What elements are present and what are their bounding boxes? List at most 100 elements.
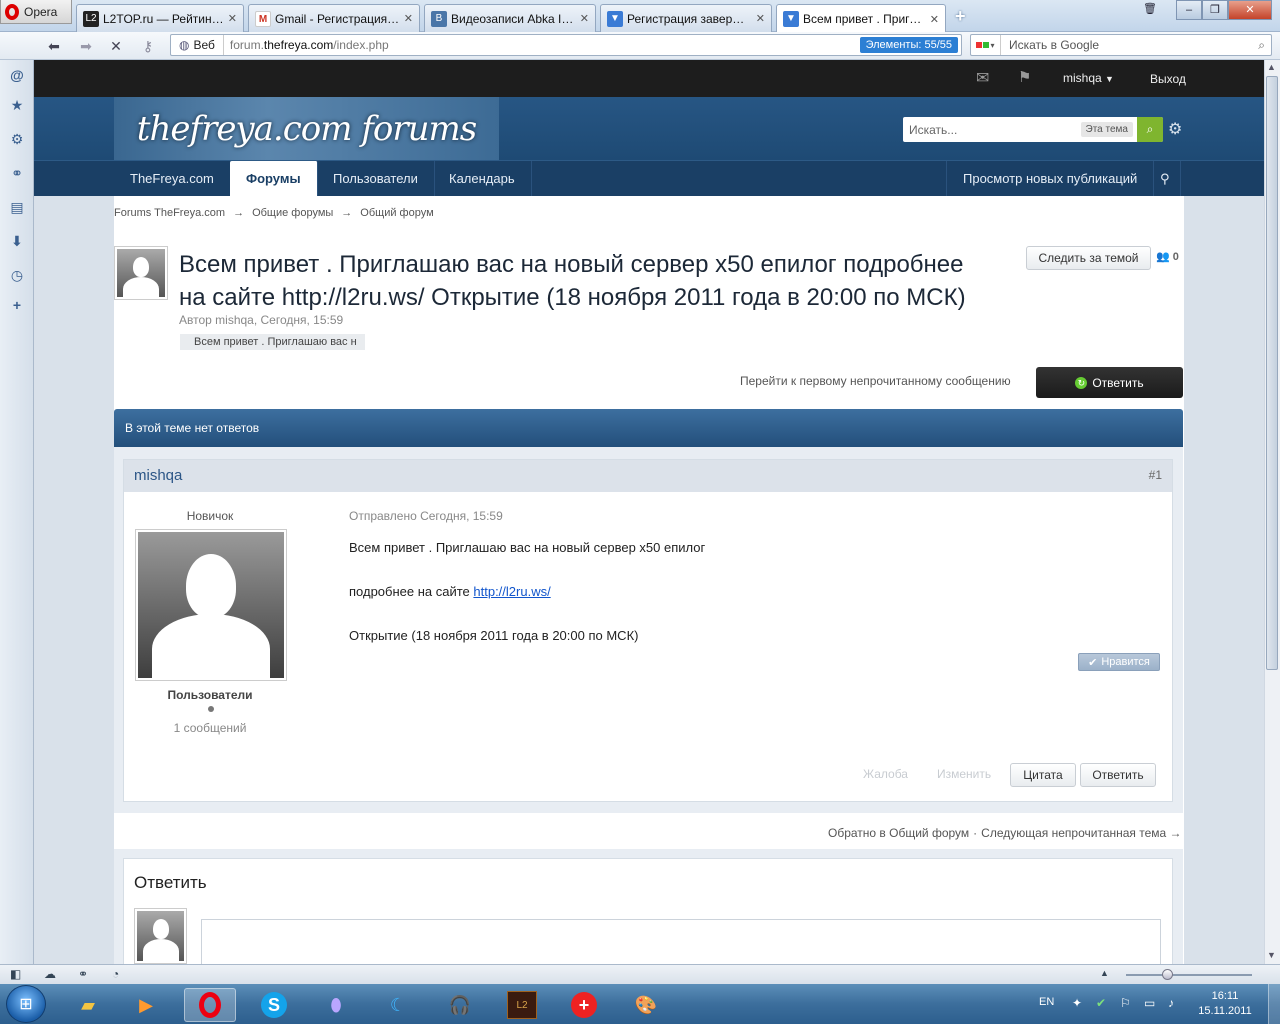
gear-icon[interactable]: ⚙ [8, 130, 26, 148]
gear-icon[interactable]: ⚙ [1168, 119, 1182, 139]
tray-volume-icon[interactable]: ♪ [1168, 996, 1174, 1010]
panel-toggle-icon[interactable]: ◧ [10, 967, 21, 981]
post-reply-button[interactable]: Ответить [1080, 763, 1156, 787]
elements-badge[interactable]: Элементы: 55/55 [859, 37, 958, 53]
topic-tag[interactable]: Всем привет . Приглашаю вас н [180, 334, 365, 350]
minimize-button[interactable]: – [1176, 0, 1202, 20]
close-icon[interactable]: ✕ [580, 12, 589, 25]
zoom-menu-icon[interactable]: ▲ [1100, 968, 1109, 978]
history-clock-icon[interactable]: ◷ [8, 266, 26, 284]
browser-tab-l2top[interactable]: L2 L2TOP.ru — Рейтинг С... ✕ [76, 4, 244, 32]
language-indicator[interactable]: EN [1039, 996, 1054, 1008]
close-icon[interactable]: ✕ [930, 13, 939, 26]
like-button[interactable]: ✔ Нравится [1078, 653, 1160, 671]
opera-menu-button[interactable]: Opera [0, 0, 72, 24]
followers[interactable]: 👥 0 [1156, 250, 1179, 264]
explorer-folder-icon[interactable]: ▰ [62, 988, 114, 1022]
close-icon[interactable]: ✕ [228, 12, 237, 25]
post-number[interactable]: #1 [1149, 468, 1162, 482]
quote-button[interactable]: Цитата [1010, 763, 1076, 787]
browser-tab-vk[interactable]: B Видеозаписи Abka Im...... ✕ [424, 4, 596, 32]
key-icon[interactable]: ⚷ [138, 36, 158, 56]
follow-topic-button[interactable]: Следить за темой [1026, 246, 1151, 270]
next-unread-topic-link[interactable]: Следующая непрочитанная тема → [981, 826, 1181, 840]
google-search-field[interactable]: ▾ Искать в Google ⌕ [970, 34, 1272, 56]
game-icon[interactable]: ⬮ [310, 988, 362, 1022]
post-link[interactable]: http://l2ru.ws/ [473, 584, 550, 599]
scroll-up-icon[interactable]: ▲ [1267, 62, 1276, 72]
location-pin-icon[interactable]: ⚲ [1150, 161, 1181, 196]
search-icon[interactable]: ⌕ [1137, 117, 1163, 142]
cloud-icon[interactable]: ☁ [44, 967, 56, 981]
restore-button[interactable]: ❐ [1202, 0, 1228, 20]
breadcrumb-general-forums[interactable]: Общие форумы [252, 207, 333, 219]
reply-editor[interactable] [201, 919, 1161, 964]
breadcrumb-general-forum[interactable]: Общий форум [360, 207, 433, 219]
post-author-link[interactable]: mishqa [134, 467, 182, 484]
breadcrumb-home[interactable]: Forums TheFreya.com [114, 207, 225, 219]
turbo-icon[interactable]: ◔ [112, 967, 119, 981]
notes-icon[interactable]: ▤ [8, 198, 26, 216]
windows-start-button[interactable]: ⊞ [6, 985, 46, 1023]
messages-envelope-icon[interactable]: ✉ [976, 68, 989, 88]
media-player-icon[interactable]: ▶ [120, 988, 172, 1022]
headset-icon[interactable]: 🎧 [434, 988, 486, 1022]
url-text[interactable]: forum.thefreya.com/index.php [224, 38, 961, 52]
user-menu[interactable]: mishqa ▼ [1063, 71, 1114, 85]
close-window-button[interactable]: ✕ [1228, 0, 1272, 20]
paint-icon[interactable]: 🎨 [620, 988, 672, 1022]
forum-logo[interactable]: thefreya.com forums [114, 97, 499, 160]
google-icon[interactable]: ▾ [971, 35, 1001, 55]
first-unread-link[interactable]: Перейти к первому непрочитанному сообщен… [740, 374, 1011, 388]
web-badge[interactable]: ◍ Веб [171, 35, 224, 55]
zoom-slider-handle[interactable] [1162, 969, 1173, 980]
tab-members[interactable]: Пользователи [317, 161, 435, 196]
tray-network-icon[interactable]: ✦ [1072, 996, 1082, 1010]
close-icon[interactable]: ✕ [404, 12, 413, 25]
report-link[interactable]: Жалоба [863, 767, 908, 781]
tab-thefreya[interactable]: TheFreya.com [114, 161, 231, 196]
trash-icon[interactable]: 🗑 [1140, 0, 1160, 20]
notifications-icon[interactable]: ⚑ [1018, 68, 1031, 86]
author-avatar[interactable] [114, 246, 168, 300]
scrollbar-thumb[interactable] [1266, 76, 1278, 670]
zoom-slider[interactable] [1126, 974, 1252, 976]
scroll-down-icon[interactable]: ▼ [1267, 950, 1276, 960]
address-bar[interactable]: ◍ Веб forum.thefreya.com/index.php Элеме… [170, 34, 962, 56]
forward-arrow-icon[interactable]: ➡ [76, 36, 96, 56]
unite-icon[interactable]: ⚭ [8, 164, 26, 182]
stop-icon[interactable]: ✕ [106, 36, 126, 56]
mail-icon[interactable]: @ [8, 66, 26, 84]
search-scope-badge[interactable]: Эта тема [1080, 122, 1133, 137]
logout-link[interactable]: Выход [1150, 72, 1186, 86]
antivirus-icon[interactable]: + [558, 988, 610, 1022]
bookmarks-star-icon[interactable]: ★ [8, 96, 26, 114]
search-icon[interactable]: ⌕ [1258, 38, 1271, 53]
browser-tab-gmail[interactable]: M Gmail - Регистрация н... ✕ [248, 4, 420, 32]
post-author-avatar[interactable] [135, 529, 287, 681]
browser-tab-registration[interactable]: ▼ Регистрация заверше... ✕ [600, 4, 772, 32]
browser-tab-current[interactable]: ▼ Всем привет . Пригла... ✕ [776, 4, 946, 33]
edit-link[interactable]: Изменить [937, 767, 991, 781]
lineage-icon[interactable]: L2 [496, 988, 548, 1022]
qip-icon[interactable]: ☾ [372, 988, 424, 1022]
close-icon[interactable]: ✕ [756, 12, 765, 25]
forum-search-field[interactable]: Искать... Эта тема ⌕ [903, 117, 1163, 142]
tab-forums[interactable]: Форумы [230, 161, 318, 196]
back-arrow-icon[interactable]: ⬅ [44, 36, 64, 56]
tray-display-icon[interactable]: ▭ [1144, 996, 1155, 1010]
unite-status-icon[interactable]: ⚭ [78, 967, 88, 981]
downloads-icon[interactable]: ⬇ [8, 232, 26, 250]
show-desktop-button[interactable] [1268, 984, 1280, 1024]
add-panel-icon[interactable]: + [8, 296, 26, 314]
new-tab-plus-icon[interactable]: + [955, 6, 966, 27]
taskbar-clock[interactable]: 16:11 15.11.2011 [1190, 989, 1260, 1019]
reply-topic-button[interactable]: ↻ Ответить [1036, 367, 1183, 398]
skype-icon[interactable]: S [248, 988, 300, 1022]
tray-flag-icon[interactable]: ⚐ [1120, 996, 1131, 1010]
view-new-posts-link[interactable]: Просмотр новых публикаций [946, 161, 1155, 196]
tray-shield-icon[interactable]: ✔ [1096, 996, 1106, 1010]
opera-taskbar-icon[interactable] [184, 988, 236, 1022]
tab-calendar[interactable]: Календарь [433, 161, 532, 196]
back-to-forum-link[interactable]: Обратно в Общий форум [828, 826, 969, 840]
